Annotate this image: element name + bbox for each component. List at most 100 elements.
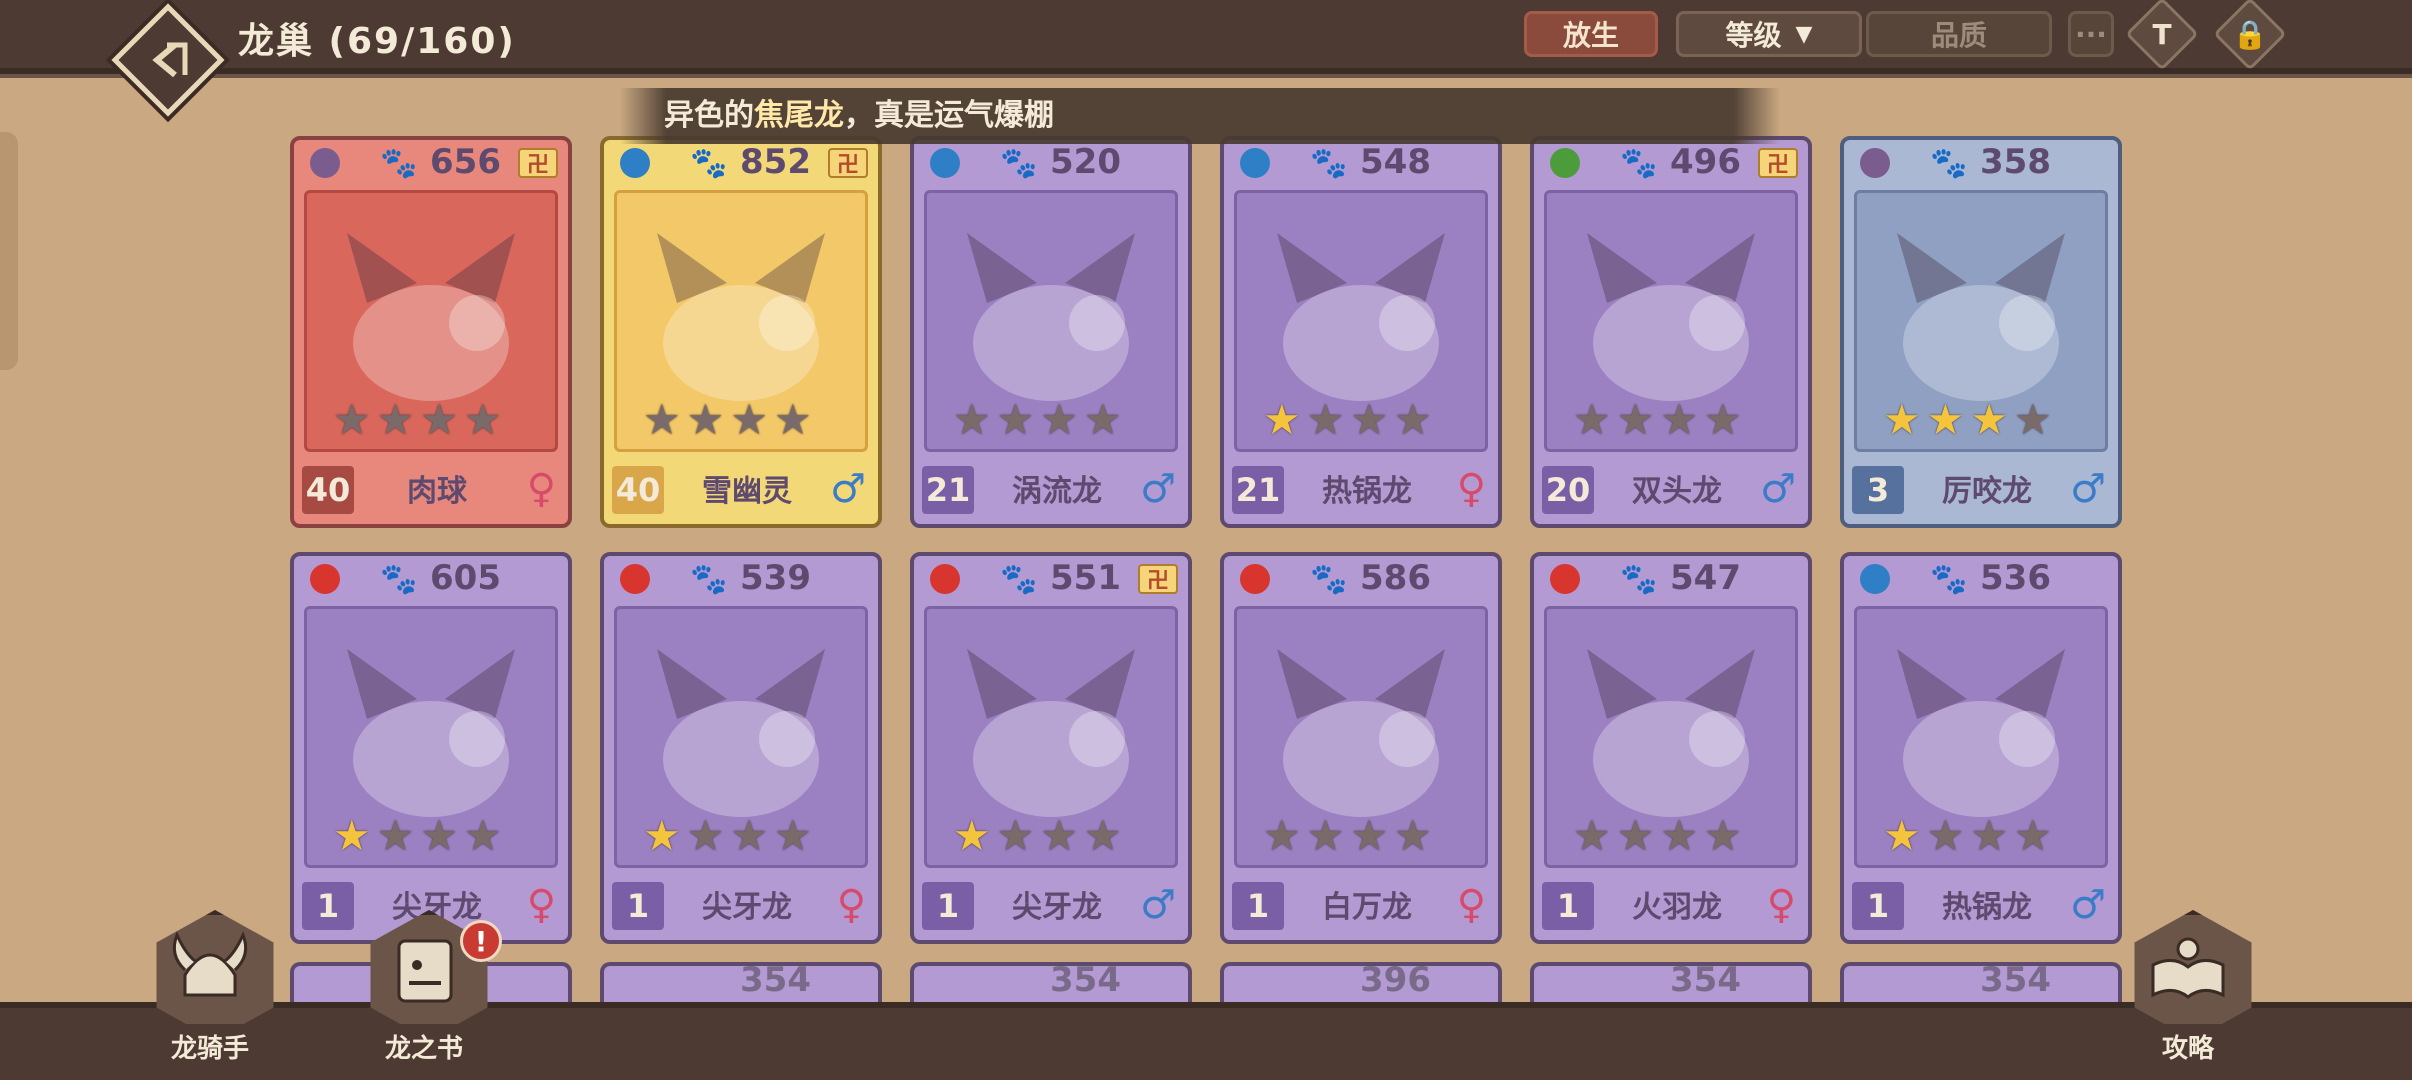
card-header: 🐾 605: [294, 556, 568, 602]
release-button[interactable]: 放生: [1524, 11, 1658, 57]
star-icon: ★: [773, 395, 812, 444]
star-rating: ★ ★ ★ ★: [1573, 815, 1742, 857]
power-value: 354: [1050, 962, 1121, 1000]
star-icon: ★: [1703, 811, 1742, 860]
star-rating: ★ ★ ★ ★: [643, 399, 812, 441]
star-icon: ★: [1040, 395, 1078, 444]
card-footer: 3 厉咬龙 ♂: [1844, 458, 2118, 524]
male-icon: ♂: [1760, 466, 1796, 512]
notification-suffix: ，真是运气爆棚: [844, 98, 1054, 133]
lock-icon: 🔒: [2232, 17, 2268, 51]
card-header: 🐾 548: [1224, 140, 1498, 186]
card-footer: 21 涡流龙 ♂: [914, 458, 1188, 524]
level-badge: 40: [612, 466, 664, 514]
male-icon: ♂: [1140, 466, 1176, 512]
star-rating: ★ ★ ★ ★: [1883, 399, 2052, 441]
dragon-card[interactable]: 🐾 656 卍 ★ ★ ★ ★ 40 肉球 ♀: [290, 136, 572, 528]
paw-icon: 🐾: [1620, 562, 1658, 597]
star-icon: ★: [686, 395, 725, 444]
card-header: 🐾 539: [604, 556, 878, 602]
female-icon: ♀: [1456, 882, 1486, 928]
female-icon: ♀: [526, 882, 556, 928]
level-badge: 1: [302, 882, 354, 930]
star-icon: ★: [1883, 811, 1921, 860]
star-rating: ★ ★ ★ ★: [1573, 399, 1742, 441]
level-badge: 21: [922, 466, 974, 514]
dragon-card-partial[interactable]: 396: [1220, 962, 1502, 1002]
star-icon: ★: [2013, 811, 2052, 860]
level-badge: 1: [612, 882, 664, 930]
filter-icon: T: [2152, 17, 2172, 51]
paw-icon: 🐾: [380, 146, 418, 181]
element-icon: [620, 564, 650, 594]
star-rating: ★ ★ ★ ★: [1263, 815, 1432, 857]
level-badge: 21: [1232, 466, 1284, 514]
card-header: 🐾 520: [914, 140, 1188, 186]
dragon-name: 雪幽灵: [702, 474, 792, 509]
star-icon: ★: [1083, 811, 1122, 860]
dragon-portrait: ★ ★ ★ ★: [1544, 190, 1798, 452]
chevron-down-icon: ▼: [1795, 21, 1813, 47]
dragon-card[interactable]: 🐾 496 卍 ★ ★ ★ ★ 20 双头龙 ♂: [1530, 136, 1812, 528]
dragon-card[interactable]: 🐾 551 卍 ★ ★ ★ ★ 1 尖牙龙 ♂: [910, 552, 1192, 944]
dragon-card[interactable]: 🐾 539 ★ ★ ★ ★ 1 尖牙龙 ♀: [600, 552, 882, 944]
more-button[interactable]: ···: [2068, 11, 2114, 57]
male-icon: ♂: [2070, 882, 2106, 928]
side-drawer-tab[interactable]: [0, 132, 18, 370]
power-value: 551: [1050, 558, 1121, 598]
dragon-card[interactable]: 🐾 586 ★ ★ ★ ★ 1 白万龙 ♀: [1220, 552, 1502, 944]
lock-button[interactable]: 🔒: [2213, 0, 2287, 71]
dragon-portrait: ★ ★ ★ ★: [614, 606, 868, 868]
card-header: 🐾 852 卍: [604, 140, 878, 186]
dragon-card[interactable]: 🐾 536 ★ ★ ★ ★ 1 热锅龙 ♂: [1840, 552, 2122, 944]
element-icon: [930, 148, 960, 178]
dragon-rider-label: 龙骑手: [150, 1024, 270, 1069]
power-value: 605: [430, 558, 501, 598]
level-badge: 3: [1852, 466, 1904, 514]
dragon-portrait: ★ ★ ★ ★: [1544, 606, 1798, 868]
card-header: 🐾 496 卍: [1534, 140, 1808, 186]
dragon-card[interactable]: 🐾 605 ★ ★ ★ ★ 1 尖牙龙 ♀: [290, 552, 572, 944]
dragon-card-partial[interactable]: 354: [910, 962, 1192, 1002]
dragon-card[interactable]: 🐾 547 ★ ★ ★ ★ 1 火羽龙 ♀: [1530, 552, 1812, 944]
power-value: 852: [740, 142, 811, 182]
dragon-card-partial[interactable]: 354: [1530, 962, 1812, 1002]
element-icon: [930, 564, 960, 594]
power-value: 520: [1050, 142, 1121, 182]
filter-button[interactable]: T: [2125, 0, 2199, 71]
power-value: 656: [430, 142, 501, 182]
star-icon: ★: [1573, 395, 1611, 444]
star-icon: ★: [1616, 811, 1655, 860]
dragon-card[interactable]: 🐾 548 ★ ★ ★ ★ 21 热锅龙 ♀: [1220, 136, 1502, 528]
card-footer: 1 火羽龙 ♀: [1534, 874, 1808, 940]
variant-badge-icon: 卍: [1758, 148, 1798, 178]
dragon-portrait: ★ ★ ★ ★: [1854, 190, 2108, 452]
dragon-card-partial[interactable]: 354: [1840, 962, 2122, 1002]
star-icon: ★: [420, 811, 458, 860]
dragon-name: 尖牙龙: [1012, 890, 1102, 925]
star-icon: ★: [686, 811, 725, 860]
card-footer: 20 双头龙 ♂: [1534, 458, 1808, 524]
power-value: 547: [1670, 558, 1741, 598]
star-icon: ★: [1263, 395, 1301, 444]
bottom-bar: [0, 1002, 2412, 1080]
star-icon: ★: [953, 811, 991, 860]
dragon-portrait: ★ ★ ★ ★: [924, 606, 1178, 868]
guide-label: 攻略: [2128, 1024, 2248, 1069]
quality-filter-button[interactable]: 品质: [1866, 11, 2052, 57]
male-icon: ♂: [1140, 882, 1176, 928]
star-rating: ★ ★ ★ ★: [1263, 399, 1432, 441]
star-icon: ★: [1263, 811, 1301, 860]
element-icon: [1550, 564, 1580, 594]
star-icon: ★: [420, 395, 458, 444]
power-value: 539: [740, 558, 811, 598]
paw-icon: 🐾: [1620, 146, 1658, 181]
star-icon: ★: [333, 811, 371, 860]
dragon-card[interactable]: 🐾 358 ★ ★ ★ ★ 3 厉咬龙 ♂: [1840, 136, 2122, 528]
dragon-card[interactable]: 🐾 852 卍 ★ ★ ★ ★ 40 雪幽灵 ♂: [600, 136, 882, 528]
star-icon: ★: [463, 811, 502, 860]
sort-level-button[interactable]: 等级 ▼: [1676, 11, 1862, 57]
dragon-card-partial[interactable]: 354: [600, 962, 882, 1002]
dragon-card[interactable]: 🐾 520 ★ ★ ★ ★ 21 涡流龙 ♂: [910, 136, 1192, 528]
variant-badge-icon: 卍: [828, 148, 868, 178]
